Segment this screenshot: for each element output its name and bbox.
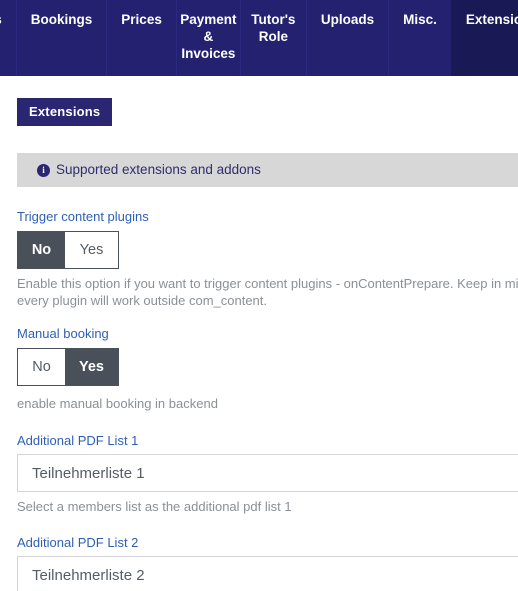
info-circle-icon: i: [37, 163, 50, 177]
nav-tab-label: Uploads: [320, 12, 375, 27]
toggle-manual-booking[interactable]: No Yes: [17, 348, 119, 386]
select-additional-pdf-list-1[interactable]: Teilnehmerliste 1: [17, 454, 518, 492]
toggle-option-yes[interactable]: Yes: [65, 349, 118, 385]
nav-tab-label: rses: [0, 11, 2, 28]
select-value: Teilnehmerliste 1: [32, 464, 145, 482]
toggle-trigger-content-plugins[interactable]: No Yes: [17, 231, 119, 269]
field-label: Manual booking: [17, 326, 109, 341]
field-additional-pdf-list-2: Additional PDF List 2 Teilnehmerliste 2: [17, 535, 518, 591]
field-label: Trigger content plugins: [17, 209, 149, 224]
select-additional-pdf-list-2[interactable]: Teilnehmerliste 2: [17, 556, 518, 591]
nav-tab-label: Prices: [121, 12, 162, 27]
toggle-option-yes[interactable]: Yes: [65, 232, 118, 268]
nav-tab-label: Payment & Invoices: [180, 12, 237, 61]
nav-tab-payment-invoices[interactable]: Payment & Invoices: [175, 0, 240, 76]
field-trigger-content-plugins: Trigger content plugins No Yes Enable th…: [17, 209, 518, 309]
field-label: Additional PDF List 1: [17, 433, 139, 448]
nav-tab-label: Misc.: [403, 12, 437, 27]
select-value: Teilnehmerliste 2: [32, 566, 145, 584]
extensions-panel: Extensions i Supported extensions and ad…: [0, 76, 518, 591]
nav-tab-misc[interactable]: Misc.: [388, 0, 451, 76]
nav-tab-label: Tutor's Role: [251, 12, 296, 44]
main-navbar: rses Bookings Prices Payment & Invoices …: [0, 0, 518, 76]
field-manual-booking: Manual booking No Yes enable manual book…: [17, 326, 518, 412]
nav-tab-bookings[interactable]: Bookings: [15, 0, 107, 76]
toggle-option-no[interactable]: No: [18, 232, 65, 268]
supported-extensions-alert: i Supported extensions and addons: [17, 153, 518, 187]
alert-message: Supported extensions and addons: [56, 162, 261, 177]
nav-tab-label: Bookings: [30, 12, 93, 27]
field-additional-pdf-list-1: Additional PDF List 1 Teilnehmerliste 1 …: [17, 433, 518, 515]
nav-tab-courses[interactable]: rses: [0, 0, 16, 76]
section-title-badge: Extensions: [17, 98, 113, 126]
nav-tab-extensions[interactable]: Extensions: [450, 0, 518, 76]
field-help-text: enable manual booking in backend: [17, 396, 218, 411]
field-help-text: Select a members list as the additional …: [17, 499, 292, 514]
toggle-option-no[interactable]: No: [18, 349, 65, 385]
field-help-text: Enable this option if you want to trigge…: [17, 276, 518, 308]
nav-tab-tutors-role[interactable]: Tutor's Role: [239, 0, 306, 76]
nav-tab-uploads[interactable]: Uploads: [305, 0, 388, 76]
nav-tab-prices[interactable]: Prices: [106, 0, 176, 76]
field-label: Additional PDF List 2: [17, 535, 139, 550]
nav-tab-label: Extensions: [465, 12, 518, 27]
